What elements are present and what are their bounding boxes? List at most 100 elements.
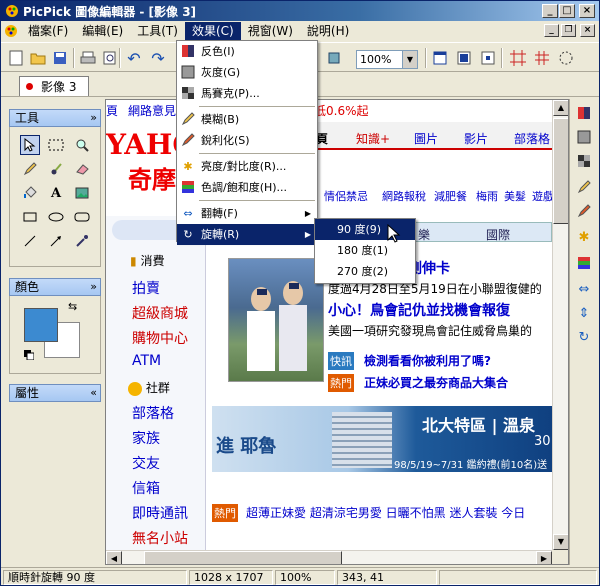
flip-icon: ⇔ [183, 206, 193, 220]
hue-icon[interactable] [576, 255, 592, 271]
properties-panel-header[interactable]: 屬性 « [9, 384, 101, 402]
selection-icon[interactable] [557, 49, 575, 67]
minimize-button[interactable]: _ [542, 4, 558, 18]
collapse-chevron-icon[interactable]: » [90, 110, 97, 126]
canvas-area[interactable]: 頁 網路意見 低0.6%起 YAHOO! 奇摩 頁 知識+ 圖片 影片 部落格 … [105, 99, 569, 565]
rectangle-tool[interactable] [20, 207, 40, 227]
menu-window[interactable]: 視窗(W) [241, 22, 300, 40]
yahoo-sub-logo: 奇摩 [128, 166, 176, 194]
collapse-chevron-icon[interactable]: « [90, 385, 97, 401]
scroll-up-icon[interactable]: ▲ [553, 100, 568, 116]
submenu-arrow-icon: ▶ [304, 230, 311, 239]
menu-item-grayscale[interactable]: 灰度(G) [177, 62, 317, 83]
doc-restore-button[interactable]: ❐ [561, 24, 576, 37]
print-icon[interactable] [79, 49, 97, 67]
status-coords: 343, 41 [337, 570, 437, 585]
image-tool[interactable] [72, 183, 92, 203]
menu-edit[interactable]: 編輯(E) [75, 22, 130, 40]
sharpen-icon [180, 132, 196, 148]
web-nav-heading-label: 消費 [140, 254, 165, 268]
status-bar: 順時針旋轉 90 度 1028 x 1707 100% 343, 41 [1, 567, 599, 586]
ruler-icon[interactable] [509, 49, 527, 67]
invert-icon[interactable] [576, 105, 592, 121]
menu-item-rotate[interactable]: ↻ 旋轉(R) ▶ [177, 224, 317, 245]
zoom-select[interactable]: 100% ▼ [356, 50, 418, 69]
zoom-value: 100% [360, 53, 392, 66]
tab-image-3[interactable]: 影像 3 [19, 76, 89, 96]
horizontal-scroll-thumb[interactable] [144, 551, 342, 564]
text-tool[interactable]: A [46, 183, 66, 203]
mosaic-icon[interactable] [576, 153, 592, 169]
menu-item-flip[interactable]: ⇔ 翻轉(F) ▶ [177, 203, 317, 224]
menu-bar: 檔案(F) 編輯(E) 工具(T) 效果(C) 視窗(W) 說明(H) [1, 21, 599, 41]
menu-app-icon[interactable] [1, 24, 21, 38]
zoom-tool[interactable] [72, 135, 92, 155]
vertical-scrollbar[interactable]: ▲ ▼ [552, 100, 568, 550]
close-button[interactable]: × [579, 4, 595, 18]
pencil-tool[interactable] [20, 159, 40, 179]
chevron-down-icon[interactable]: ▼ [402, 51, 417, 68]
line-tool[interactable] [20, 231, 40, 251]
vertical-scroll-thumb[interactable] [553, 118, 568, 224]
save-icon[interactable] [51, 49, 69, 67]
fit-window-icon[interactable] [479, 49, 497, 67]
menu-item-invert[interactable]: 反色(I) [177, 41, 317, 62]
window-icon[interactable] [431, 49, 449, 67]
menu-item-label: 色調/飽和度(H)... [201, 181, 288, 194]
scroll-left-icon[interactable]: ◀ [106, 551, 122, 564]
eraser-tool[interactable] [72, 159, 92, 179]
menu-effects[interactable]: 效果(C) [184, 22, 241, 40]
menu-item-mosaic[interactable]: 馬賽克(P)... [177, 83, 317, 104]
new-file-icon[interactable] [7, 49, 25, 67]
tools-panel-header[interactable]: 工具 » [9, 109, 101, 127]
grayscale-icon[interactable] [576, 129, 592, 145]
menu-file[interactable]: 檔案(F) [21, 22, 75, 40]
open-folder-icon[interactable] [29, 49, 47, 67]
fullscreen-icon[interactable] [455, 49, 473, 67]
select-arrow-tool[interactable] [20, 135, 40, 155]
rect-select-tool[interactable] [46, 135, 66, 155]
web-top-link: 頁 [106, 104, 119, 118]
doc-close-button[interactable]: × [580, 24, 595, 37]
crop-icon[interactable] [325, 49, 343, 67]
redo-icon[interactable]: ↷ [149, 49, 167, 68]
primary-color-swatch[interactable] [24, 308, 58, 342]
flip-horizontal-icon[interactable]: ⇔ [576, 281, 592, 297]
fill-bucket-tool[interactable] [20, 183, 40, 203]
doc-minimize-button[interactable]: _ [544, 24, 559, 37]
brightness-icon[interactable]: ✱ [576, 229, 592, 245]
horizontal-scrollbar[interactable]: ◀ ▶ [106, 550, 552, 564]
collapse-chevron-icon[interactable]: » [90, 279, 97, 295]
menu-item-hue[interactable]: 色調/飽和度(H)... [177, 177, 317, 198]
reset-colors-icon[interactable] [24, 350, 35, 361]
menu-item-brightness[interactable]: ✱ 亮度/對比度(R)... [177, 156, 317, 177]
scroll-right-icon[interactable]: ▶ [536, 551, 552, 564]
color-panel-header[interactable]: 顏色 » [9, 278, 101, 296]
scroll-down-icon[interactable]: ▼ [553, 534, 568, 550]
web-hot-link: 遊戲 [532, 190, 554, 203]
menu-help[interactable]: 說明(H) [300, 22, 356, 40]
undo-icon[interactable]: ↶ [125, 49, 143, 68]
grid-icon[interactable] [533, 49, 551, 67]
properties-panel-title: 屬性 [15, 386, 40, 400]
brush-tool[interactable] [46, 159, 66, 179]
maximize-button[interactable]: □ [559, 4, 575, 18]
menu-separator [199, 153, 315, 154]
rounded-rect-tool[interactable] [72, 207, 92, 227]
rotate-icon[interactable]: ↻ [576, 329, 592, 345]
menu-item-rotate-270[interactable]: 270 度(2) [315, 261, 415, 282]
swap-colors-icon[interactable]: ⇆ [68, 300, 77, 313]
menu-item-blur[interactable]: 模糊(B) [177, 109, 317, 130]
sharpen-icon[interactable] [576, 203, 592, 219]
web-subtab: 樂 [418, 228, 431, 242]
menu-item-sharpen[interactable]: 銳利化(S) [177, 130, 317, 151]
ellipse-tool[interactable] [46, 207, 66, 227]
status-message: 順時針旋轉 90 度 [3, 570, 187, 585]
flip-vertical-icon[interactable]: ⇕ [576, 305, 592, 321]
color-picker-tool[interactable] [72, 231, 92, 251]
arrow-line-tool[interactable] [46, 231, 66, 251]
web-nav-tab: 知識+ [356, 132, 391, 146]
print-preview-icon[interactable] [101, 49, 119, 67]
menu-tools[interactable]: 工具(T) [130, 22, 185, 40]
blur-icon[interactable] [576, 179, 592, 195]
